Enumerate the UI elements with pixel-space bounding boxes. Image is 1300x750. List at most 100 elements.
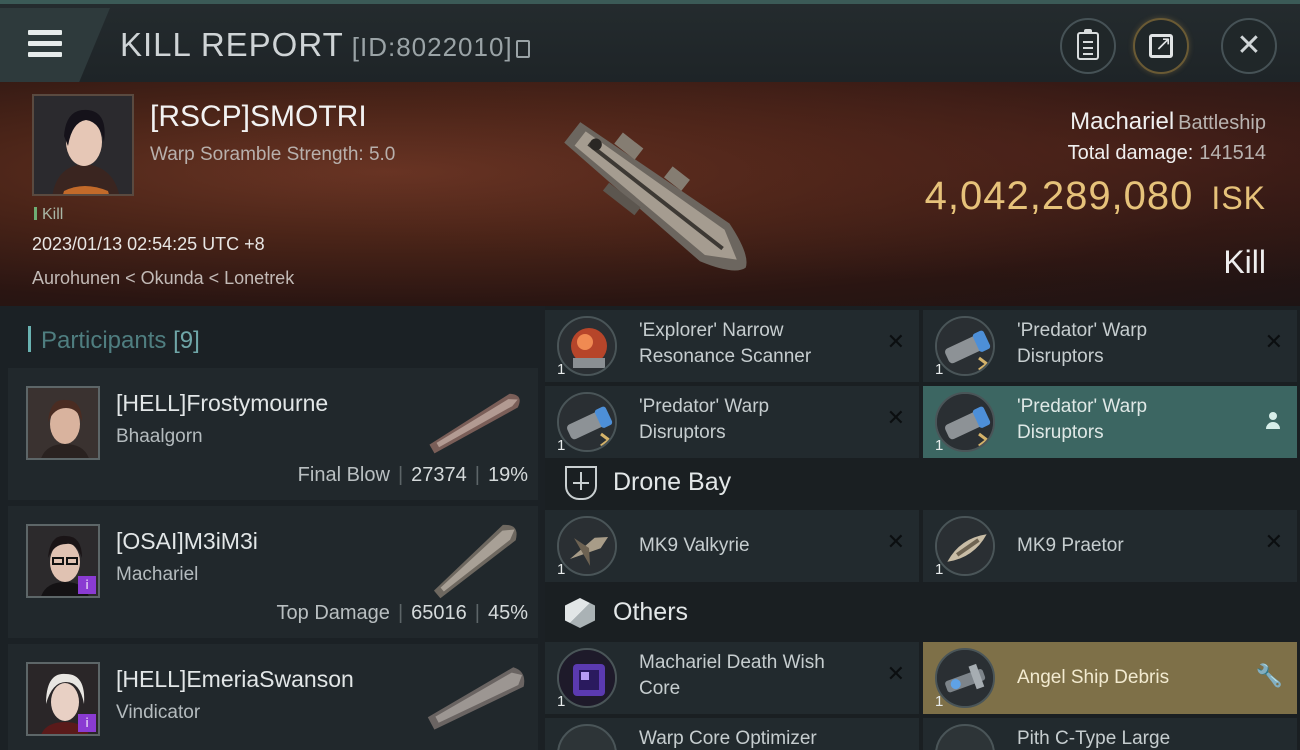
- participants-header: Participants [9]: [28, 326, 200, 355]
- scanner-icon: [557, 316, 617, 376]
- item-cell[interactable]: Pith C-Type Large: [923, 718, 1297, 750]
- result-label: Kill: [1223, 244, 1266, 280]
- participant-ship: Machariel: [116, 564, 199, 585]
- cargo-box-icon: [565, 598, 595, 628]
- participant-stats: Top Damage | 65016 | 45%: [276, 602, 528, 624]
- core-icon: [557, 648, 617, 708]
- participant-name: [HELL]EmeriaSwanson: [116, 666, 354, 692]
- optimizer-icon: [557, 724, 617, 750]
- wrench-icon: 🔧: [1255, 664, 1283, 689]
- item-name-line2: Resonance Scanner: [639, 346, 812, 367]
- destroyed-x-icon: ✕: [1264, 530, 1283, 555]
- item-quantity: 1: [935, 561, 944, 578]
- item-name-line1: Machariel Death Wish: [639, 652, 825, 673]
- shield-module-icon: [935, 724, 995, 750]
- item-quantity: 1: [557, 361, 566, 378]
- items-panel: 1 'Explorer' Narrow Resonance Scanner ✕ 1…: [545, 306, 1300, 750]
- menu-button[interactable]: [0, 8, 110, 82]
- warp-disruptor-icon: [935, 316, 995, 376]
- pilot-icon: [1265, 412, 1281, 430]
- close-button[interactable]: ✕: [1221, 18, 1277, 74]
- item-name: Pith C-Type Large: [1017, 728, 1171, 749]
- drone-icon: [935, 516, 995, 576]
- share-button[interactable]: [1133, 18, 1189, 74]
- avatar: i: [26, 662, 100, 736]
- isk-amount: 4,042,289,080: [924, 174, 1194, 218]
- participant-name: [OSAI]M3iM3i: [116, 528, 258, 554]
- item-cell[interactable]: 1 'Predator' Warp Disruptors ✕: [545, 386, 919, 458]
- copy-icon[interactable]: [515, 40, 530, 58]
- participant-name: [HELL]Frostymourne: [116, 390, 329, 416]
- others-section: Others: [545, 586, 1300, 642]
- isk-value: 4,042,289,080 ISK: [925, 174, 1266, 219]
- isk-unit: ISK: [1211, 180, 1266, 216]
- victim-ship-image[interactable]: [530, 92, 780, 302]
- participant-role: Final Blow: [297, 464, 390, 486]
- header-bar: KILL REPORT[ID:8022010] ✕: [0, 0, 1300, 82]
- drone-icon: [557, 516, 617, 576]
- victim-avatar[interactable]: [32, 94, 134, 196]
- participant-ship: Vindicator: [116, 702, 201, 723]
- report-id: [ID:8022010]: [351, 32, 513, 62]
- item-cell[interactable]: 1 Machariel Death Wish Core ✕: [545, 642, 919, 714]
- destroyed-x-icon: ✕: [886, 662, 905, 687]
- total-damage-value: 141514: [1199, 142, 1266, 164]
- item-name-line1: 'Predator' Warp: [639, 396, 770, 417]
- menu-icon: [28, 30, 62, 58]
- participant-row[interactable]: [HELL]Frostymourne Bhaalgorn Final Blow |…: [8, 368, 538, 500]
- destroyed-x-icon: ✕: [886, 330, 905, 355]
- victim-ship[interactable]: Machariel Battleship: [1070, 108, 1266, 136]
- participants-label: Participants: [41, 327, 167, 354]
- participant-ship-image: [429, 393, 520, 454]
- item-cell[interactable]: 1 'Explorer' Narrow Resonance Scanner ✕: [545, 310, 919, 382]
- item-quantity: 1: [935, 361, 944, 378]
- item-name-line2: Disruptors: [1017, 422, 1104, 443]
- victim-name[interactable]: [RSCP]SMOTRI: [150, 100, 367, 134]
- participant-damage: 65016: [411, 602, 467, 624]
- item-name: Machariel Death Wish Core: [639, 650, 859, 702]
- avatar: i: [26, 524, 100, 598]
- section-title: Others: [613, 598, 689, 626]
- participant-stats: Final Blow | 27374 | 19%: [297, 464, 528, 486]
- item-name-line2: Core: [639, 678, 681, 699]
- clipboard-button[interactable]: [1060, 18, 1116, 74]
- participant-percent: 45%: [487, 602, 528, 624]
- item-name: Angel Ship Debris: [1017, 667, 1170, 688]
- section-title: Drone Bay: [613, 468, 732, 496]
- item-cell[interactable]: 1 'Predator' Warp Disruptors ✕: [923, 310, 1297, 382]
- kill-datetime: 2023/01/13 02:54:25 UTC +8: [32, 234, 265, 254]
- item-cell[interactable]: 1 MK9 Praetor ✕: [923, 510, 1297, 582]
- item-name: MK9 Praetor: [1017, 535, 1124, 556]
- item-quantity: 1: [557, 437, 566, 454]
- close-icon: ✕: [1236, 28, 1262, 63]
- drone-bay-section: Drone Bay: [545, 456, 1300, 512]
- kill-location[interactable]: Aurohunen < Okunda < Lonetrek: [32, 268, 294, 289]
- debris-icon: [935, 648, 995, 708]
- item-name: Warp Core Optimizer: [639, 728, 817, 749]
- total-damage-label: Total damage:: [1067, 142, 1194, 164]
- kill-tag-label: Kill: [42, 206, 64, 223]
- destroyed-x-icon: ✕: [1264, 330, 1283, 355]
- item-cell[interactable]: 1 Angel Ship Debris 🔧: [923, 642, 1297, 714]
- item-cell[interactable]: 1 'Predator' Warp Disruptors: [923, 386, 1297, 458]
- item-name-line2: Disruptors: [1017, 346, 1104, 367]
- item-cell[interactable]: 1 MK9 Valkyrie ✕: [545, 510, 919, 582]
- info-badge-icon: i: [78, 714, 96, 732]
- item-name-line1: 'Predator' Warp: [1017, 320, 1148, 341]
- participant-row[interactable]: i [HELL]EmeriaSwanson Vindicator: [8, 644, 538, 750]
- destroyed-x-icon: ✕: [886, 406, 905, 431]
- ship-class: Battleship: [1178, 112, 1266, 134]
- item-quantity: 1: [557, 693, 566, 710]
- item-name: 'Predator' Warp Disruptors: [639, 394, 859, 446]
- participant-role: Top Damage: [276, 602, 390, 624]
- participant-ship-image: [433, 524, 517, 599]
- participant-damage: 27374: [411, 464, 467, 486]
- item-name: 'Predator' Warp Disruptors: [1017, 318, 1237, 370]
- participant-row[interactable]: i [OSAI]M3iM3i Machariel Top Damage | 6501…: [8, 506, 538, 638]
- participants-panel: Participants [9] [HELL]Frostymourne Bhaa…: [0, 306, 540, 750]
- clipboard-icon: [1077, 29, 1099, 60]
- participant-percent: 19%: [487, 464, 528, 486]
- item-quantity: 1: [935, 437, 944, 454]
- item-cell[interactable]: Warp Core Optimizer: [545, 718, 919, 750]
- item-name: 'Predator' Warp Disruptors: [1017, 394, 1237, 446]
